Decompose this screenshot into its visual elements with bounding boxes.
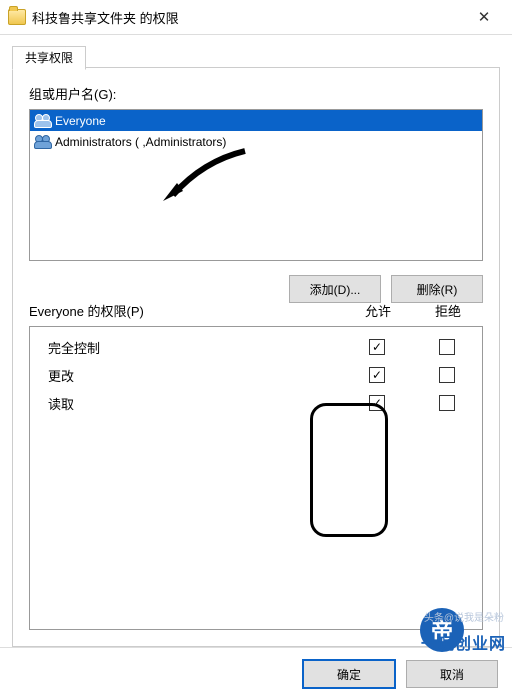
tab-share-permissions[interactable]: 共享权限 [12, 46, 86, 70]
column-allow: 允许 [343, 301, 413, 320]
close-icon[interactable]: ✕ [464, 3, 504, 31]
list-item[interactable]: Everyone [30, 110, 482, 131]
perm-row-full-control: 完全控制 [30, 333, 482, 361]
perm-row-change: 更改 [30, 361, 482, 389]
column-deny: 拒绝 [413, 301, 483, 320]
group-icon [34, 114, 52, 128]
ok-button[interactable]: 确定 [302, 659, 396, 689]
perm-name: 更改 [30, 366, 342, 385]
permissions-header: Everyone 的权限(P) 允许 拒绝 [29, 283, 483, 320]
titlebar: 科技鲁共享文件夹 的权限 ✕ [0, 0, 512, 35]
deny-checkbox[interactable] [439, 339, 455, 355]
window-title: 科技鲁共享文件夹 的权限 [32, 8, 464, 27]
allow-checkbox[interactable] [369, 367, 385, 383]
folder-icon [8, 9, 26, 25]
groups-label: 组或用户名(G): [29, 84, 483, 103]
watermark-small: 头条@说我是朵粉 [424, 612, 504, 626]
group-icon [34, 135, 52, 149]
user-list[interactable]: Everyone Administrators ( ,Administrator… [29, 109, 483, 261]
perm-name: 完全控制 [30, 338, 342, 357]
allow-checkbox[interactable] [369, 339, 385, 355]
watermark-main: 一玩创业网 [421, 630, 506, 654]
perm-name: 读取 [30, 394, 342, 413]
perm-row-read: 读取 [30, 389, 482, 417]
user-name: Everyone [55, 114, 106, 128]
cancel-button[interactable]: 取消 [406, 660, 498, 688]
allow-checkbox[interactable] [369, 395, 385, 411]
user-name: Administrators ( ,Administrators) [55, 135, 226, 149]
deny-checkbox[interactable] [439, 367, 455, 383]
deny-checkbox[interactable] [439, 395, 455, 411]
permissions-for-label: Everyone 的权限(P) [29, 301, 343, 320]
dialog-body: 共享权限 组或用户名(G): Everyone Administrators (… [0, 35, 512, 647]
dialog-footer: 确定 取消 帝 头条@说我是朵粉 一玩创业网 [0, 647, 512, 700]
permissions-dialog: 科技鲁共享文件夹 的权限 ✕ 共享权限 组或用户名(G): Everyone A… [0, 0, 512, 700]
permissions-list: 完全控制 更改 读取 [29, 326, 483, 630]
list-item[interactable]: Administrators ( ,Administrators) [30, 131, 482, 152]
watermark: 帝 头条@说我是朵粉 一玩创业网 [394, 606, 504, 654]
tab-panel: 共享权限 组或用户名(G): Everyone Administrators (… [12, 67, 500, 647]
